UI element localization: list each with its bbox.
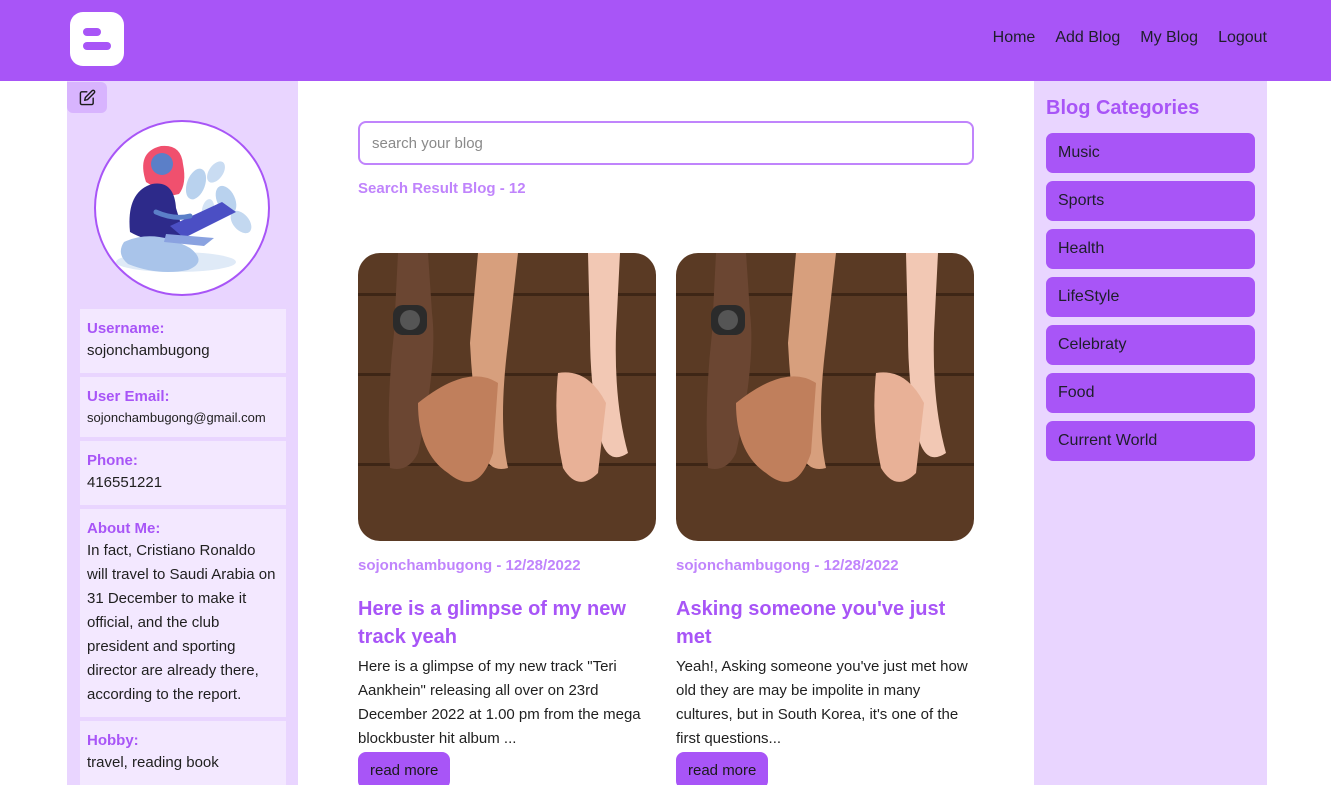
category-item-celebraty[interactable]: Celebraty [1046, 325, 1255, 365]
category-list: Music Sports Health LifeStyle Celebraty … [1046, 133, 1255, 469]
edit-icon [79, 89, 95, 106]
about-me-card: About Me: In fact, Cristiano Ronaldo wil… [80, 509, 286, 717]
avatar [94, 120, 270, 296]
hobby-card: Hobby: travel, reading book [80, 721, 286, 785]
email-label: User Email: [87, 388, 170, 405]
username-value: sojonchambugong [87, 342, 210, 359]
categories-sidebar: Blog Categories Music Sports Health Life… [1034, 81, 1267, 785]
category-item-lifestyle[interactable]: LifeStyle [1046, 277, 1255, 317]
blog-author-date: sojonchambugong - 12/28/2022 [358, 557, 581, 574]
email-card: User Email: sojonchambugong@gmail.com [80, 377, 286, 437]
category-item-music[interactable]: Music [1046, 133, 1255, 173]
nav-home-link[interactable]: Home [993, 29, 1036, 47]
category-item-sports[interactable]: Sports [1046, 181, 1255, 221]
main-nav: Home Add Blog My Blog Logout [993, 29, 1267, 47]
username-label: Username: [87, 320, 165, 337]
nav-add-blog-link[interactable]: Add Blog [1055, 29, 1120, 47]
profile-sidebar: Username: sojonchambugong User Email: so… [67, 81, 298, 785]
category-item-current-world[interactable]: Current World [1046, 421, 1255, 461]
blog-title[interactable]: Asking someone you've just met [676, 595, 974, 651]
read-more-button[interactable]: read more [358, 752, 451, 785]
hobby-label: Hobby: [87, 732, 139, 749]
phone-value: 416551221 [87, 474, 163, 491]
read-more-button[interactable]: read more [676, 752, 769, 785]
category-item-health[interactable]: Health [1046, 229, 1255, 269]
blog-image[interactable] [358, 253, 656, 541]
blog-title[interactable]: Here is a glimpse of my new track yeah [358, 595, 656, 651]
woman-with-laptop-illustration [116, 145, 252, 272]
about-me-label: About Me: [87, 520, 161, 537]
username-card: Username: sojonchambugong [80, 309, 286, 373]
blog-card: sojonchambugong - 12/28/2022 Here is a g… [358, 253, 656, 785]
search-result-count: Search Result Blog - 12 [358, 180, 526, 197]
phone-label: Phone: [87, 452, 138, 469]
edit-profile-button[interactable] [67, 82, 107, 113]
blog-excerpt: Yeah!, Asking someone you've just met ho… [676, 658, 968, 747]
categories-title: Blog Categories [1046, 97, 1200, 119]
email-value: sojonchambugong@gmail.com [87, 410, 266, 425]
blogger-logo-icon[interactable] [70, 12, 124, 66]
hobby-value: travel, reading book [87, 754, 219, 771]
blog-image[interactable] [676, 253, 974, 541]
phone-card: Phone: 416551221 [80, 441, 286, 505]
blog-card: sojonchambugong - 12/28/2022 Asking some… [676, 253, 974, 785]
blog-author-date: sojonchambugong - 12/28/2022 [676, 557, 899, 574]
blog-excerpt: Here is a glimpse of my new track "Teri … [358, 658, 641, 747]
nav-my-blog-link[interactable]: My Blog [1140, 29, 1198, 47]
category-item-food[interactable]: Food [1046, 373, 1255, 413]
nav-logout-link[interactable]: Logout [1218, 29, 1267, 47]
about-me-value: In fact, Cristiano Ronaldo will travel t… [87, 542, 276, 703]
search-input[interactable] [358, 121, 974, 165]
top-navbar: Home Add Blog My Blog Logout [0, 0, 1331, 81]
